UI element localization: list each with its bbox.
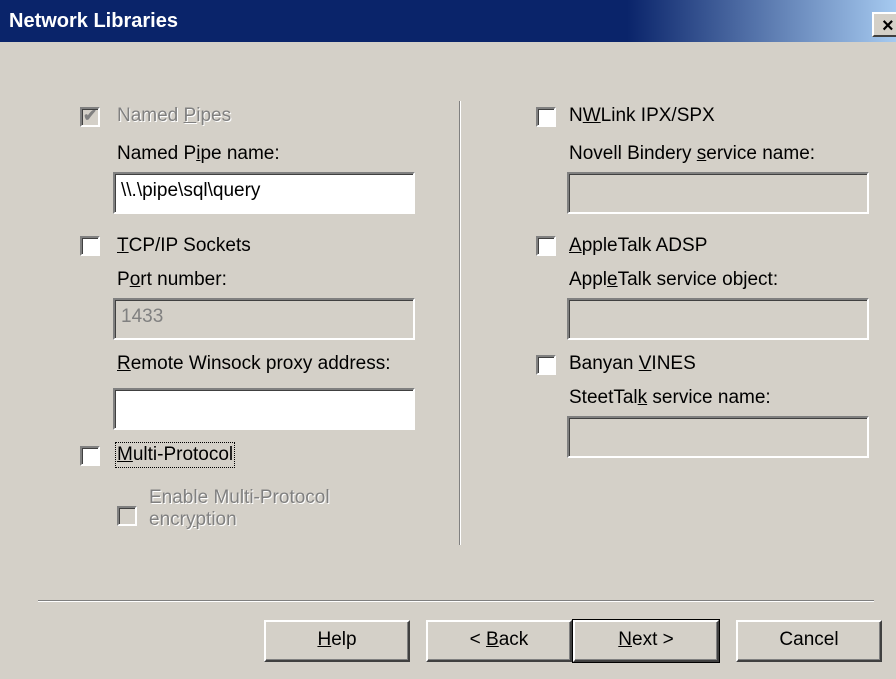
enable-encryption-checkbox[interactable] [117,506,137,526]
port-number-label: Port number: [117,269,227,290]
cancel-button[interactable]: Cancel [736,620,882,662]
back-button[interactable]: < Back [426,620,572,662]
button-area-separator [38,600,874,602]
novell-bindery-input[interactable] [567,172,869,214]
multi-protocol-label: Multi-Protocol [114,442,236,468]
named-pipes-label: Named Pipes [117,105,232,126]
streettalk-service-name-label: SteetTalk service name: [569,387,771,408]
tcpip-sockets-checkbox[interactable] [80,236,100,256]
named-pipe-name-label: Named Pipe name: [117,143,280,164]
enable-encryption-label: Enable Multi-Protocol encryption [149,487,330,530]
multi-protocol-checkbox[interactable] [80,446,100,466]
help-button[interactable]: Help [264,620,410,662]
close-button[interactable]: × [872,12,896,37]
banyan-vines-checkbox[interactable] [536,355,556,375]
appletalk-service-object-input[interactable] [567,298,869,340]
novell-bindery-label: Novell Bindery service name: [569,143,816,164]
streettalk-service-name-input[interactable] [567,416,869,458]
check-mark-icon: ✔ [83,106,98,125]
named-pipes-checkbox[interactable]: ✔ [80,106,100,127]
appletalk-adsp-checkbox[interactable] [536,236,556,256]
nwlink-checkbox[interactable] [536,107,556,127]
named-pipe-name-input[interactable]: \\.\pipe\sql\query [113,172,415,214]
next-button[interactable]: Next > [572,619,720,663]
remote-winsock-proxy-label: Remote Winsock proxy address: [117,353,391,374]
tcpip-sockets-label: TCP/IP Sockets [117,235,251,256]
appletalk-adsp-label: AppleTalk ADSP [569,235,708,256]
window-title: Network Libraries [9,10,178,32]
banyan-vines-label: Banyan VINES [569,353,696,374]
remote-winsock-proxy-input[interactable] [113,388,415,430]
column-separator [459,101,461,545]
appletalk-service-object-label: AppleTalk service object: [569,269,779,290]
port-number-input[interactable]: 1433 [113,298,415,340]
nwlink-label: NWLink IPX/SPX [569,105,715,126]
